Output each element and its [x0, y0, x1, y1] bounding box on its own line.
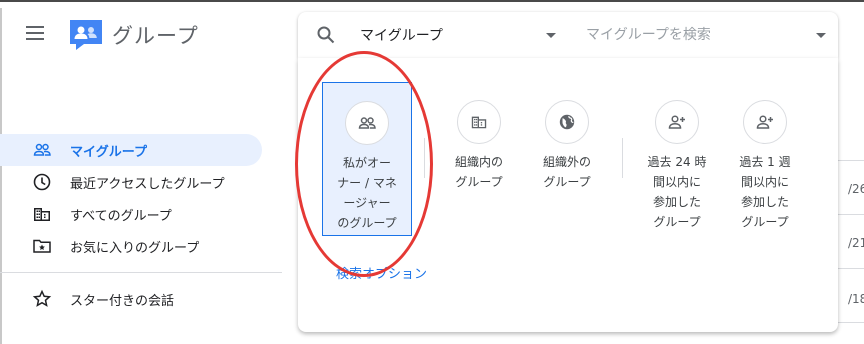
sidebar-item-recent-groups[interactable]: 最近アクセスしたグループ — [0, 166, 282, 198]
folder-star-icon — [32, 236, 52, 256]
search-scope-value: マイグループ — [360, 28, 443, 44]
list-row-divider — [838, 268, 864, 269]
search-options-link[interactable]: 検索オプション — [336, 263, 427, 282]
list-row-divider — [838, 214, 864, 215]
building-icon — [457, 100, 501, 144]
people-icon — [32, 140, 52, 160]
sidebar-item-favorite-groups[interactable]: お気に入りのグループ — [0, 230, 282, 262]
chevron-down-icon — [546, 33, 556, 38]
globe-icon — [545, 100, 589, 144]
person-add-icon — [655, 100, 699, 144]
scope-option-label: 過去 24 時 間以内に 参加した グループ — [647, 155, 707, 229]
list-row-divider — [838, 160, 864, 161]
sidebar-item-label: スター付きの会話 — [70, 293, 175, 309]
search-bar: マイグループ — [298, 12, 838, 58]
person-add-icon — [743, 100, 787, 144]
scope-option-label: 私がオー ナー / マネ ージャー のグループ — [337, 156, 397, 230]
sidebar-item-label: すべてのグループ — [70, 208, 172, 224]
search-input[interactable] — [586, 24, 786, 46]
sidebar-divider — [0, 272, 282, 273]
scope-option-in-org[interactable]: 組織内の グループ — [434, 82, 524, 192]
scope-option-joined-1week[interactable]: 過去 1 週 間以内に 参加した グループ — [720, 82, 810, 232]
sidebar-item-label: お気に入りのグループ — [70, 240, 200, 256]
app-title: グループ — [112, 24, 199, 48]
search-scope-select[interactable]: マイグループ — [360, 12, 556, 58]
list-date-fragment: /18 — [848, 292, 864, 306]
building-icon — [32, 204, 52, 224]
scope-option-joined-24h[interactable]: 過去 24 時 間以内に 参加した グループ — [632, 82, 722, 232]
scope-option-label: 過去 1 週 間以内に 参加した グループ — [739, 155, 791, 229]
list-date-fragment: /26 — [848, 182, 864, 196]
list-date-fragment: /21 — [848, 236, 864, 250]
sidebar-item-all-groups[interactable]: すべてのグループ — [0, 198, 282, 230]
scope-divider — [622, 138, 623, 178]
search-scope-panel: 私がオー ナー / マネ ージャー のグループ 組織内の グループ 組織外の グ… — [298, 58, 838, 332]
window-top-edge — [0, 0, 864, 2]
scope-divider — [424, 138, 425, 178]
groups-logo-icon[interactable] — [68, 18, 104, 52]
scope-option-label: 組織外の グループ — [542, 155, 591, 189]
search-icon[interactable] — [316, 25, 336, 45]
search-options-chevron-down-icon[interactable] — [816, 33, 826, 38]
clock-icon — [32, 172, 52, 192]
sidebar-item-starred-conversations[interactable]: スター付きの会話 — [0, 283, 282, 315]
scope-option-label: 組織内の グループ — [454, 155, 503, 189]
sidebar-item-label: マイグループ — [70, 144, 147, 160]
sidebar-item-my-groups[interactable]: マイグループ — [0, 134, 262, 166]
main-menu-button[interactable] — [26, 26, 48, 44]
sidebar-item-label: 最近アクセスしたグループ — [70, 176, 225, 192]
list-row-divider — [838, 322, 864, 323]
scope-option-owner-manager[interactable]: 私がオー ナー / マネ ージャー のグループ — [322, 82, 412, 236]
star-icon — [32, 289, 52, 309]
scope-option-outside-org[interactable]: 組織外の グループ — [522, 82, 612, 192]
people-icon — [345, 101, 389, 145]
sidebar-nav: マイグループ 最近アクセスしたグループ すべてのグループ お気に入りのグループ … — [0, 134, 282, 315]
